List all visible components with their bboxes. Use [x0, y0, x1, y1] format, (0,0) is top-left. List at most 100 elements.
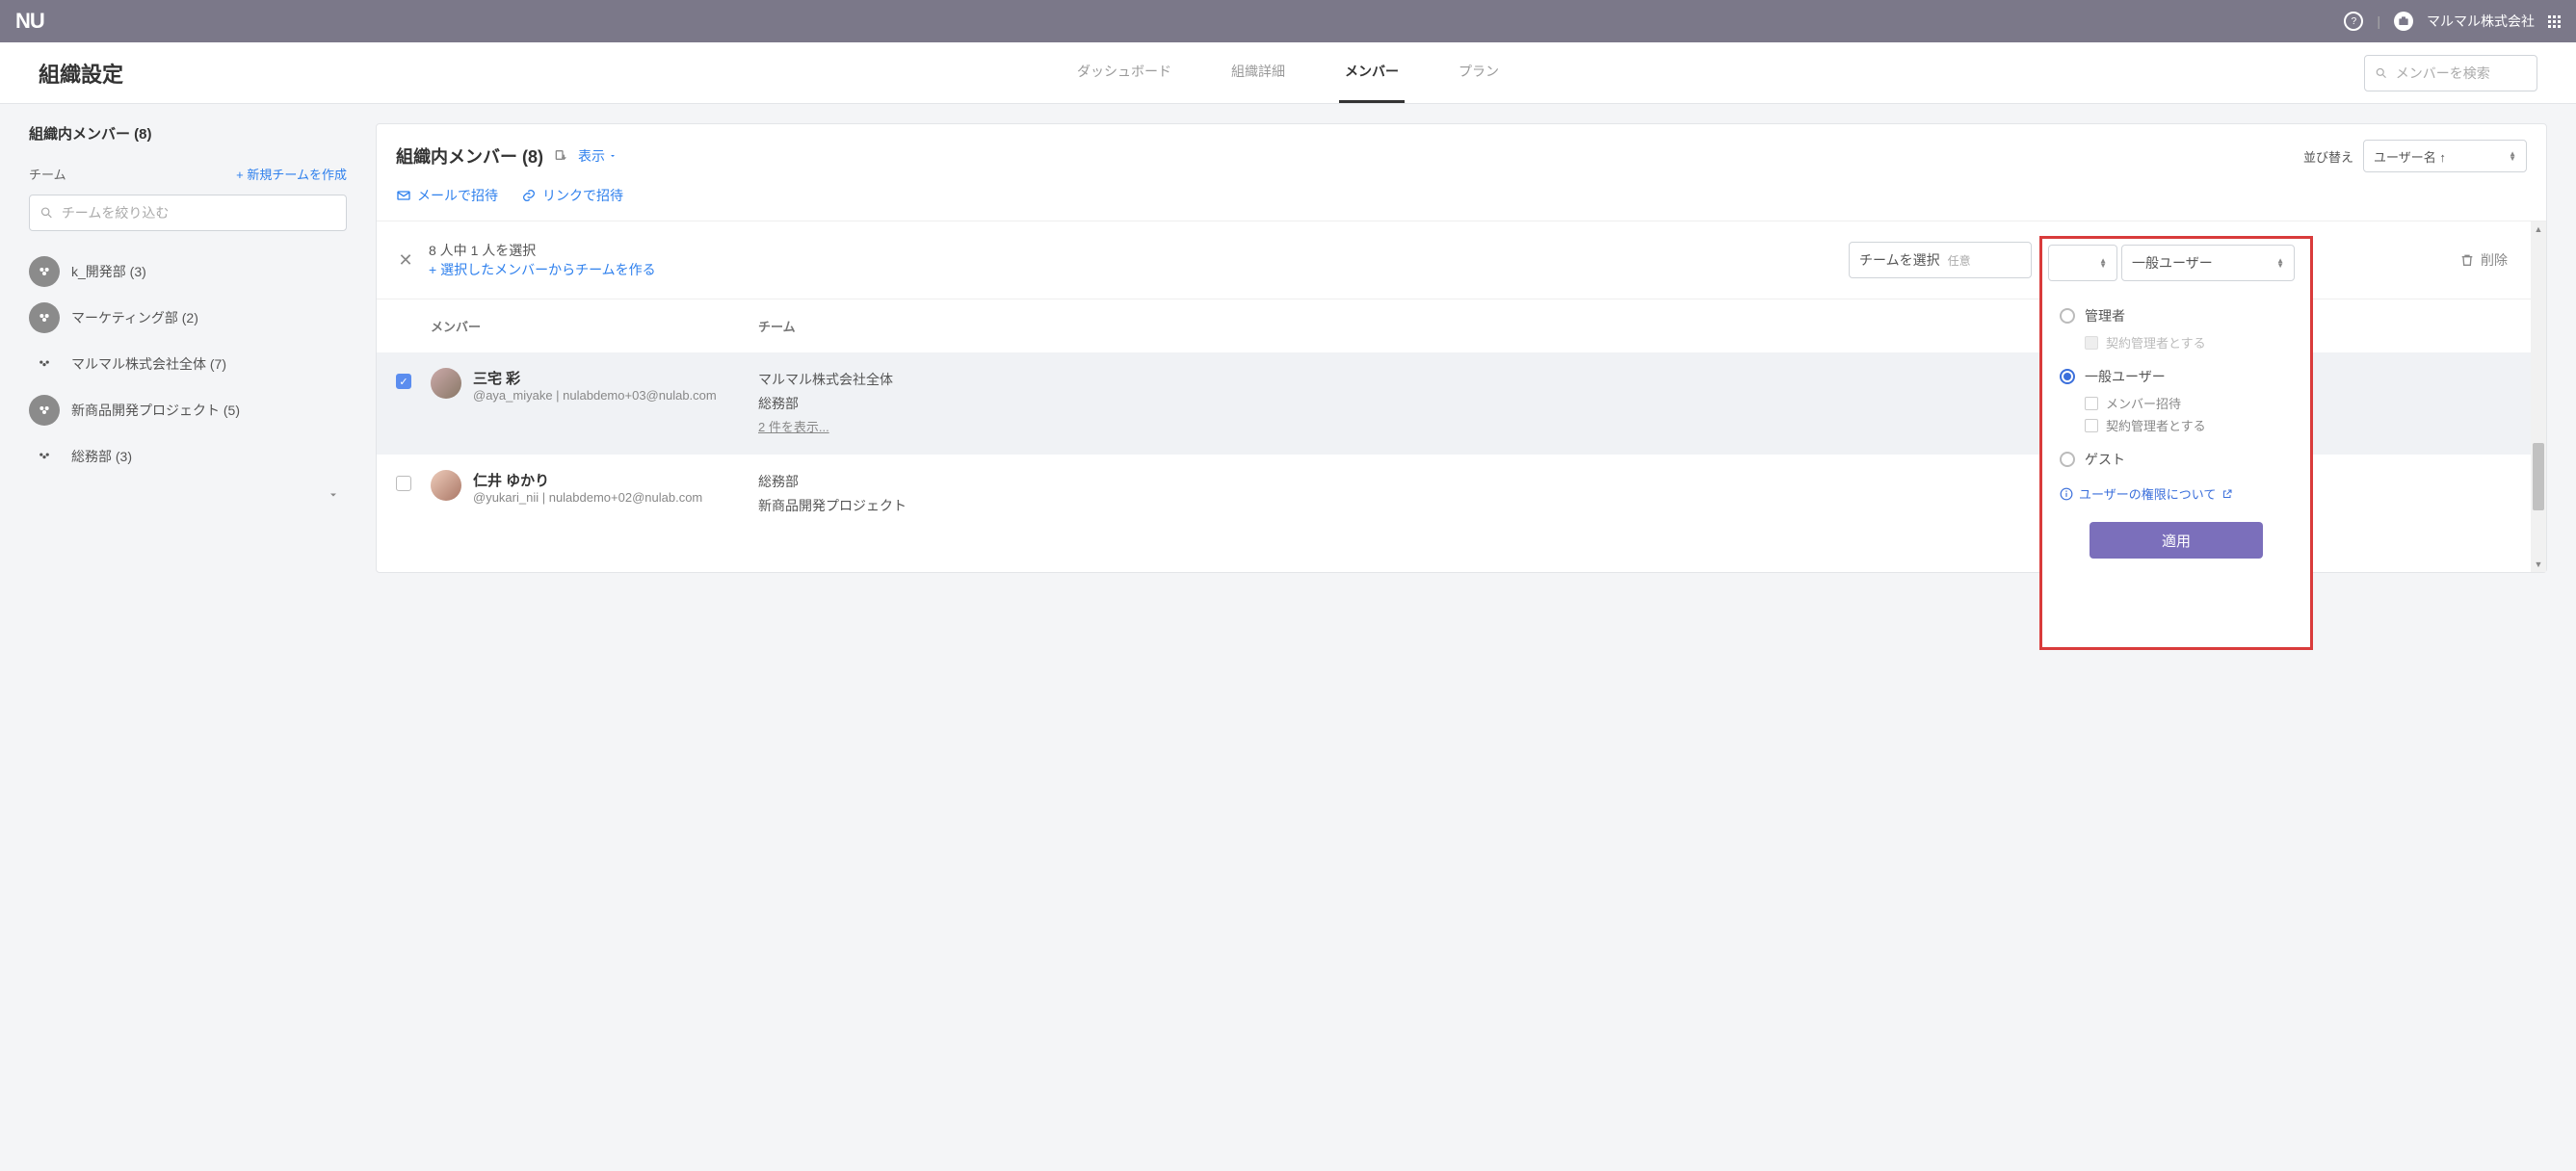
team-item[interactable]: 総務部 (3) — [29, 433, 347, 480]
checkbox-icon — [2085, 397, 2098, 410]
team-avatar-icon — [29, 256, 60, 287]
row-checkbox[interactable] — [396, 476, 411, 491]
close-selection-button[interactable]: ✕ — [396, 250, 415, 271]
member-avatar — [431, 470, 461, 501]
vertical-scrollbar[interactable]: ▲ ▼ — [2531, 221, 2546, 572]
select-arrows-icon: ▲▼ — [2276, 258, 2284, 268]
row-checkbox[interactable] — [396, 374, 411, 389]
make-team-link[interactable]: + 選択したメンバーからチームを作る — [429, 262, 656, 277]
app-bar: NU ? | マルマル株式会社 — [0, 0, 2576, 42]
select-arrows-icon: ▲▼ — [2099, 258, 2107, 268]
member-name: 仁井 ゆかり — [473, 470, 702, 490]
team-avatar-icon — [29, 395, 60, 426]
invite-by-mail[interactable]: メールで招待 — [396, 186, 498, 205]
select-arrows-icon: ▲▼ — [2509, 151, 2516, 161]
tab-plan[interactable]: プラン — [1453, 42, 1505, 103]
apply-button[interactable]: 適用 — [2090, 522, 2263, 559]
role-radio-general[interactable]: 一般ユーザー — [2060, 367, 2293, 386]
team-item[interactable]: k_開発部 (3) — [29, 248, 347, 295]
team-label: マーケティング部 (2) — [71, 308, 198, 327]
delete-button[interactable]: 削除 — [2459, 250, 2508, 270]
download-icon[interactable] — [553, 148, 568, 164]
sub-header: 組織設定 ダッシュボード 組織詳細 メンバー プラン — [0, 42, 2576, 104]
link-icon — [521, 188, 537, 203]
role-popup: ▲▼ 一般ユーザー ▲▼ 管理者 — [2039, 236, 2313, 650]
tab-dashboard[interactable]: ダッシュボード — [1071, 42, 1177, 103]
logo[interactable]: NU — [15, 9, 44, 34]
member-search-input[interactable] — [2396, 65, 2527, 81]
checkbox-icon — [2085, 419, 2098, 432]
chevron-down-icon — [609, 152, 617, 160]
separator: | — [2377, 13, 2380, 29]
sort-value: ユーザー名 ↑ — [2374, 147, 2446, 166]
role-radio-guest[interactable]: ゲスト — [2060, 450, 2293, 469]
team-select-dropdown[interactable]: チームを選択 任意 — [1849, 242, 2032, 278]
selection-bar: ✕ 8 人中 1 人を選択 + 選択したメンバーからチームを作る チームを選択 … — [377, 221, 2546, 299]
checkbox-icon — [2085, 336, 2098, 350]
help-icon[interactable]: ? — [2344, 12, 2363, 31]
scroll-down-icon[interactable]: ▼ — [2531, 557, 2546, 572]
team-label: マルマル株式会社全体 (7) — [71, 354, 226, 374]
role-radio-admin[interactable]: 管理者 — [2060, 306, 2293, 325]
info-icon — [2060, 487, 2073, 501]
radio-icon — [2060, 369, 2075, 384]
trash-icon — [2459, 252, 2475, 268]
general-sub-check-invite[interactable]: メンバー招待 — [2085, 394, 2293, 412]
team-filter-input[interactable] — [62, 205, 336, 221]
panel-title: 組織内メンバー (8) — [396, 143, 543, 169]
search-icon — [39, 205, 54, 221]
scroll-up-icon[interactable]: ▲ — [2531, 221, 2546, 237]
member-search[interactable] — [2364, 55, 2537, 91]
team-more-link[interactable]: 2 件を表示... — [758, 416, 2219, 438]
sort-select[interactable]: ユーザー名 ↑ ▲▼ — [2363, 140, 2527, 172]
team-name: 総務部 — [758, 470, 2219, 494]
show-dropdown[interactable]: 表示 — [578, 146, 617, 166]
sort-label: 並び替え — [2303, 147, 2353, 166]
team-label: 総務部 (3) — [71, 447, 132, 466]
team-everyone-icon — [29, 349, 60, 379]
sidebar: 組織内メンバー (8) チーム + 新規チームを作成 k_開発部 (3) マーケ… — [29, 123, 347, 510]
member-sub: @aya_miyake | nulabdemo+03@nulab.com — [473, 388, 717, 403]
invite-by-link[interactable]: リンクで招待 — [521, 186, 623, 205]
sidebar-title[interactable]: 組織内メンバー (8) — [29, 123, 347, 143]
member-avatar — [431, 368, 461, 399]
team-everyone-icon — [29, 441, 60, 472]
col-member: メンバー — [431, 317, 758, 335]
col-team: チーム — [758, 317, 2219, 335]
team-label: k_開発部 (3) — [71, 262, 146, 281]
tab-details[interactable]: 組織詳細 — [1225, 42, 1291, 103]
team-section-label: チーム — [29, 165, 66, 183]
apps-grid-icon[interactable] — [2548, 15, 2561, 28]
page-title: 組織設定 — [39, 58, 123, 89]
team-name: マルマル株式会社全体 — [758, 368, 2219, 392]
permission-info-link[interactable]: ユーザーの権限について — [2060, 484, 2293, 503]
team-avatar-icon — [29, 302, 60, 333]
team-item[interactable]: 新商品開発プロジェクト (5) — [29, 387, 347, 433]
tab-members[interactable]: メンバー — [1339, 42, 1405, 103]
external-link-icon — [2221, 488, 2233, 500]
add-team-link[interactable]: + 新規チームを作成 — [236, 165, 347, 183]
org-name[interactable]: マルマル株式会社 — [2427, 12, 2535, 31]
selection-count: 8 人中 1 人を選択 — [429, 241, 656, 260]
general-sub-check-contract[interactable]: 契約管理者とする — [2085, 416, 2293, 434]
search-icon — [2375, 65, 2388, 81]
team-item[interactable]: マーケティング部 (2) — [29, 295, 347, 341]
tab-bar: ダッシュボード 組織詳細 メンバー プラン — [1071, 42, 1505, 103]
team-filter[interactable] — [29, 195, 347, 231]
member-name: 三宅 彩 — [473, 368, 717, 388]
scrollbar-thumb[interactable] — [2533, 443, 2544, 510]
radio-icon — [2060, 308, 2075, 324]
role-narrow-dropdown[interactable]: ▲▼ — [2048, 245, 2117, 281]
member-sub: @yukari_nii | nulabdemo+02@nulab.com — [473, 490, 702, 505]
radio-icon — [2060, 452, 2075, 467]
chevron-down-icon — [328, 489, 339, 501]
admin-sub-check: 契約管理者とする — [2085, 333, 2293, 351]
main-panel: 組織内メンバー (8) 表示 並び替え ユーザー名 ↑ ▲▼ メールで招待 — [376, 123, 2547, 573]
team-item[interactable]: マルマル株式会社全体 (7) — [29, 341, 347, 387]
mail-icon — [396, 188, 411, 203]
role-select-dropdown[interactable]: 一般ユーザー ▲▼ — [2121, 245, 2295, 281]
team-name: 新商品開発プロジェクト — [758, 494, 2219, 518]
team-label: 新商品開発プロジェクト (5) — [71, 401, 240, 420]
sidebar-more-caret[interactable] — [29, 480, 347, 510]
org-avatar-icon[interactable] — [2394, 12, 2413, 31]
